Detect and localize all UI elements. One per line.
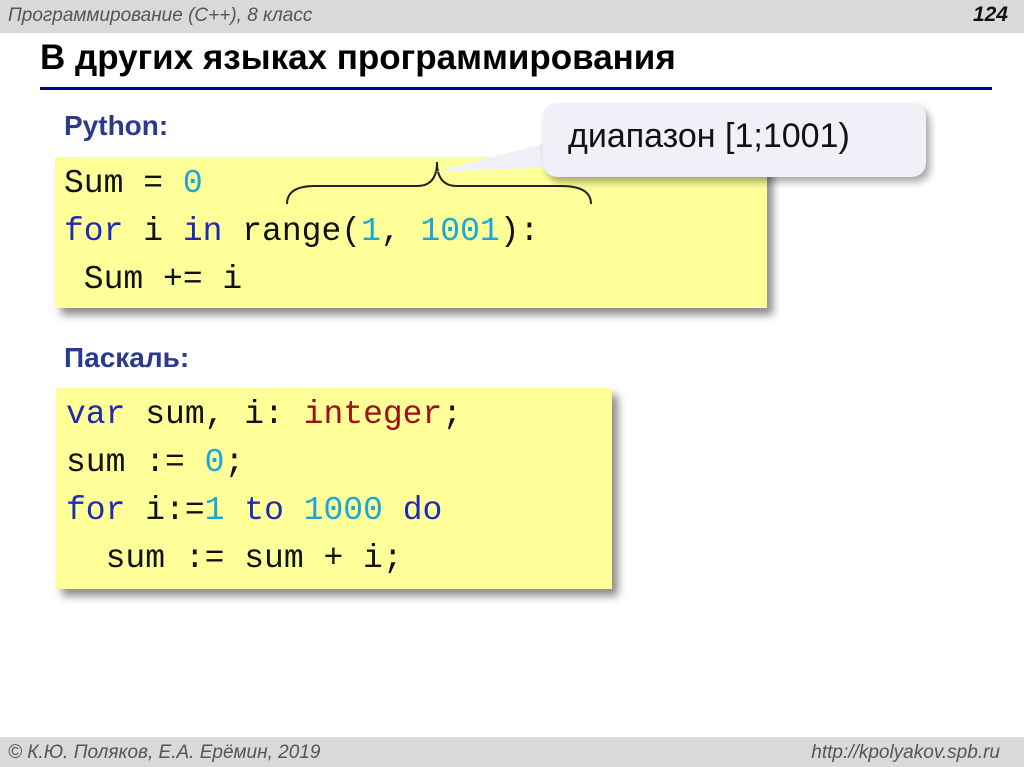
code-line: var sum, i: integer; <box>66 391 612 439</box>
code-token: var <box>66 396 126 433</box>
code-line: for i in range(1, 1001): <box>64 208 767 256</box>
footer-authors: © К.Ю. Поляков, Е.А. Ерёмин, 2019 <box>8 742 321 763</box>
slide-number: 124 <box>972 3 1008 26</box>
code-token: Sum = <box>64 165 183 202</box>
code-token: integer <box>303 396 443 433</box>
code-line: sum := 0; <box>66 439 612 487</box>
code-token: sum := sum + i; <box>66 540 403 577</box>
code-token: in <box>182 213 223 250</box>
code-token: sum := <box>66 444 205 481</box>
code-token: ; <box>442 396 463 433</box>
pascal-label: Паскаль: <box>64 342 190 373</box>
code-line: Sum += i <box>64 256 767 304</box>
code-token: ; <box>224 444 245 481</box>
code-token: ): <box>499 213 540 250</box>
python-label: Python: <box>64 110 169 141</box>
code-token: 1000 <box>303 492 383 529</box>
code-token: for <box>66 492 126 529</box>
code-token: 0 <box>204 444 225 481</box>
code-token: 1 <box>204 492 225 529</box>
range-callout-text: диапазон [1;1001) <box>568 117 850 155</box>
code-token: Sum += i <box>64 261 243 298</box>
code-token: range( <box>222 213 362 250</box>
footer-website: http://kpolyakov.spb.ru <box>811 742 1000 763</box>
title-underline <box>40 87 992 90</box>
code-token: for <box>64 213 124 250</box>
code-token: 1 <box>361 213 381 250</box>
code-token: 1001 <box>420 213 500 250</box>
code-token: to <box>244 492 284 529</box>
slide-title: В других языках программирования <box>40 38 676 77</box>
code-line: sum := sum + i; <box>66 535 612 583</box>
code-token: , <box>380 213 421 250</box>
pascal-code-block: var sum, i: integer; sum := 0; for i:=1 to… <box>56 388 612 589</box>
code-token: 0 <box>182 165 203 202</box>
code-token: sum, i: <box>125 396 304 433</box>
code-token: i:= <box>125 492 205 529</box>
code-token: i <box>123 213 183 250</box>
code-line: for i:=1 to 1000 do <box>66 487 612 535</box>
code-token: do <box>402 492 443 529</box>
course-title: Программирование (C++), 8 класс <box>8 5 313 26</box>
